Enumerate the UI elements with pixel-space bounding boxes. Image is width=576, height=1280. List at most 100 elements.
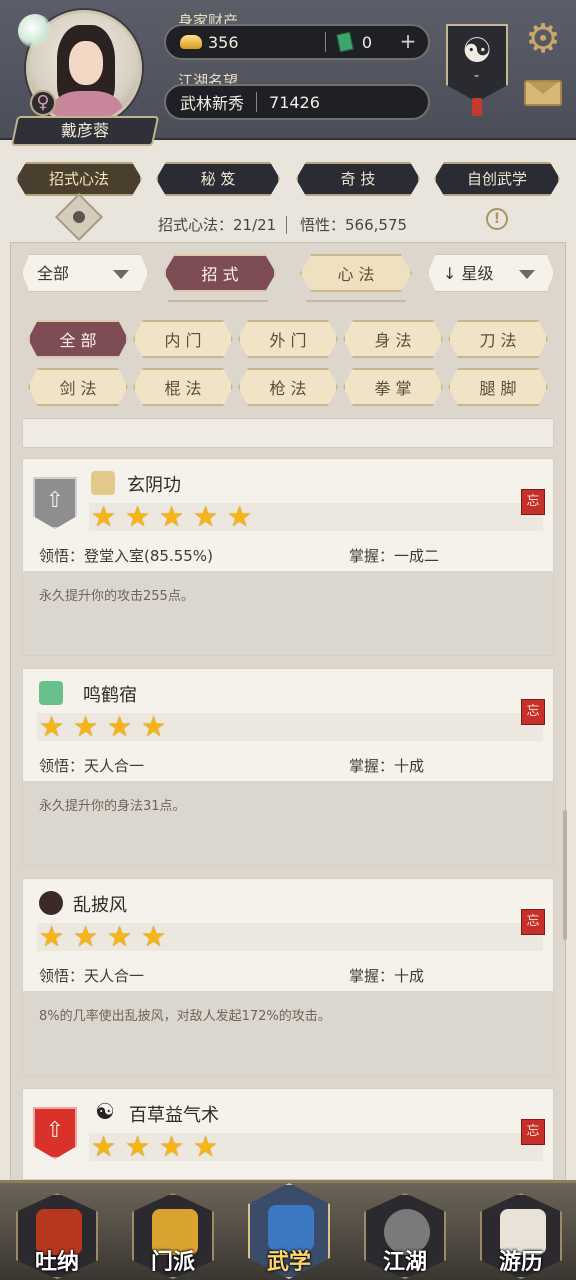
insight-row: 领悟：天人合一 [39,755,144,776]
star-bar [89,1133,543,1161]
tassel-icon [472,98,482,116]
player-name: 戴彦蓉 [60,121,109,140]
mastery-level: 十成 [394,967,425,985]
skill-card[interactable]: 鸣鹤宿 ★ ★ ★ ★ 领悟：天人合一 掌握：十成 永久提升你的身法31点。 忘 [22,668,554,866]
description-area [23,571,553,655]
star-icon: ★ [141,710,167,743]
star-icon: ★ [91,500,117,533]
red-arrow-badge-icon: ⇧ [33,1107,77,1159]
insight-value: 悟性：566,575 [300,216,408,234]
insight-level: 天人合一 [84,757,145,775]
sort-arrow-icon: ↓ [443,264,457,283]
ram-skull-icon [91,471,115,495]
sort-dropdown[interactable]: ↓ 星级 [428,254,554,292]
avatar-face [69,41,103,85]
leaf-icon [18,14,52,48]
description-area [23,991,553,1075]
star-icon: ★ [107,920,133,953]
category-movement[interactable]: 身 法 [343,320,443,358]
fame-value: 71426 [269,92,320,112]
mastery-label: 掌握： [349,757,395,775]
mastery-level: 十成 [394,757,425,775]
star-icon: ★ [141,920,167,953]
star-icon: ★ [227,500,253,533]
skill-name: 鸣鹤宿 [83,685,137,706]
category-saber[interactable]: 刀 法 [448,320,548,358]
filter-moves-pill[interactable]: 招 式 [164,254,276,292]
nav-label-sect: 门派 [150,1250,195,1275]
insight-label: 领悟： [39,967,85,985]
insight-level: 天人合一 [84,967,145,985]
jade-ticket-icon [336,31,354,53]
chevron-down-icon [113,270,129,279]
currency-divider [324,32,326,52]
skill-card[interactable]: ⇧ 玄阴功 ★ ★ ★ ★ ★ 领悟：登堂入室(85.55%) 掌握：一成二 永… [22,458,554,656]
category-all[interactable]: 全 部 [28,320,128,358]
type-dropdown[interactable]: 全部 [22,254,148,292]
nav-label-breathing: 吐纳 [34,1250,79,1275]
filter-methods-pill[interactable]: 心 法 [300,254,412,292]
insight-label: 领悟： [39,757,85,775]
add-currency-button[interactable]: + [398,31,418,52]
tab-custom-martial[interactable]: 自创武学 [434,162,560,196]
type-dropdown-value: 全部 [37,264,70,283]
star-icon: ★ [193,1130,219,1163]
main-tabs: 招式心法 秘 笈 奇 技 自创武学 [0,162,576,198]
fame-divider [256,92,258,112]
mail-icon[interactable] [524,80,562,106]
star-bar [89,503,543,531]
yinyang-icon: ☯ [461,31,493,71]
skill-name: 乱披风 [73,895,127,916]
mastery-label: 掌握： [349,547,395,565]
forget-seal-icon[interactable]: 忘 [521,1119,545,1145]
star-icon: ★ [125,1130,151,1163]
star-icon: ★ [39,710,65,743]
gear-icon[interactable]: ⚙ [522,18,564,60]
forget-seal-icon[interactable]: 忘 [521,699,545,725]
star-icon: ★ [159,1130,185,1163]
info-icon[interactable]: ! [486,208,508,230]
insight-row: 领悟：登堂入室(85.55%) [39,545,213,566]
currency-bar: 356 0 + [164,24,430,60]
category-leg[interactable]: 腿 脚 [448,368,548,406]
skill-card[interactable]: 乱披风 ★ ★ ★ ★ 领悟：天人合一 掌握：十成 8%的几率使出乱披风，对敌人… [22,878,554,1076]
nav-label-travel: 游历 [498,1250,543,1275]
fire-orb-icon [39,891,63,915]
mastery-row: 掌握：一成二 [349,545,439,566]
list-scrollbar[interactable] [563,810,567,940]
forget-seal-icon[interactable]: 忘 [521,489,545,515]
tab-manuals[interactable]: 秘 笈 [156,162,280,196]
mastery-row: 掌握：十成 [349,965,424,986]
moves-count: 招式心法：21/21 [158,216,277,234]
category-sword[interactable]: 剑 法 [28,368,128,406]
star-icon: ★ [39,920,65,953]
green-wing-icon [39,681,63,705]
yinyang-icon: ☯ [95,1100,115,1125]
mastery-row: 掌握：十成 [349,755,424,776]
skill-name: 玄阴功 [127,475,181,496]
tab-moves-methods[interactable]: 招式心法 [16,162,142,196]
fame-bar: 武林新秀 71426 [164,84,430,120]
player-name-plate: 戴彦蓉 [10,116,160,146]
category-inner[interactable]: 内 门 [133,320,233,358]
tab-special-skills[interactable]: 奇 技 [296,162,420,196]
skill-card[interactable]: ⇧ ☯ 百草益气术 ★ ★ ★ ★ 忘 [22,1088,554,1180]
category-outer[interactable]: 外 门 [238,320,338,358]
category-staff[interactable]: 棍 法 [133,368,233,406]
nav-label-jianghu: 江湖 [382,1250,427,1275]
insight-row: 领悟：天人合一 [39,965,144,986]
category-fist[interactable]: 拳 掌 [343,368,443,406]
gender-female-icon: ♀ [30,90,56,116]
mastery-level: 一成二 [394,547,440,565]
insight-label: 领悟： [39,547,85,565]
star-icon: ★ [107,710,133,743]
forget-seal-icon[interactable]: 忘 [521,909,545,935]
category-spear[interactable]: 枪 法 [238,368,338,406]
chevron-down-icon [519,270,535,279]
skill-description: 8%的几率使出乱披风，对敌人发起172%的攻击。 [39,1009,331,1024]
top-header: ♀ 戴彦蓉 身家财产 356 0 + 江湖名望 武林新秀 71426 ☯ - ⚙ [0,0,576,146]
star-icon: ★ [193,500,219,533]
skill-description: 永久提升你的身法31点。 [39,799,186,814]
emblem-value: - [474,68,480,84]
star-icon: ★ [91,1130,117,1163]
